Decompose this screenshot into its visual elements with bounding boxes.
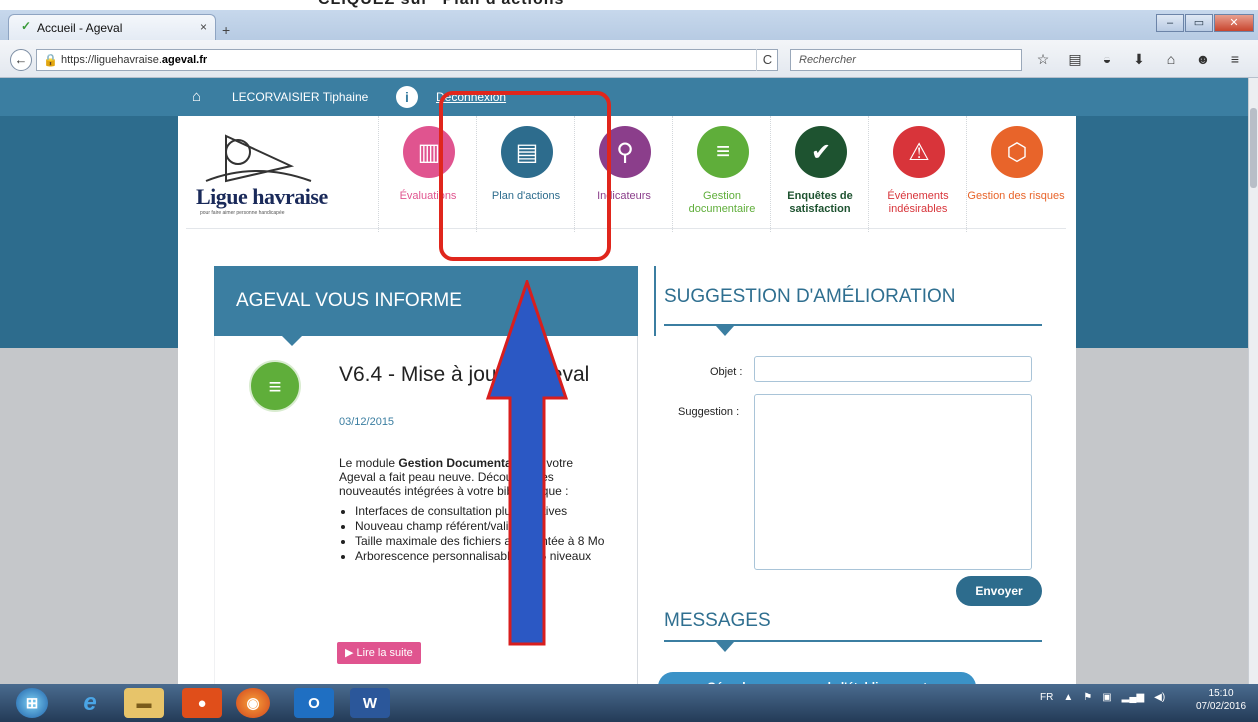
right-band-lower: [1076, 348, 1248, 684]
news-bullets: Interfaces de consultation plus intuitiv…: [339, 504, 609, 563]
suggestion-title: SUGGESTION D'AMÉLIORATION: [664, 286, 956, 307]
windows-taskbar: ⊞ e ▬ ● ◉ O W FR ▲ ⚑ ▣ ▂▄▆ ◀) 15:10 07/0…: [0, 684, 1258, 722]
flag-icon[interactable]: ⚑: [1083, 692, 1092, 703]
module-gestion-documentaire[interactable]: ≡ Gestion documentaire: [672, 116, 770, 232]
new-tab-button[interactable]: +: [222, 22, 230, 38]
clock[interactable]: 15:10 07/02/2016: [1196, 687, 1246, 713]
browser-toolbar-icons: ☆ ▤ ◒ ⬇ ⌂ ☻ ≡: [1034, 50, 1244, 68]
list-item: Taille maximale des fichiers augmentée à…: [355, 534, 609, 548]
left-band-lower: [0, 348, 178, 684]
left-band: [0, 116, 178, 348]
browser-navbar: ← 🔒 https://liguehavraise.ageval.fr C Re…: [0, 40, 1258, 78]
suggestion-textarea[interactable]: [754, 394, 1032, 570]
download-icon[interactable]: ⬇: [1130, 50, 1148, 68]
gestion-documentaire-icon: ≡: [697, 126, 749, 178]
list-item: Interfaces de consultation plus intuitiv…: [355, 504, 609, 518]
list-item: Nouveau champ référent/valideur: [355, 519, 609, 533]
messages-pointer: [716, 642, 734, 652]
minimize-button[interactable]: –: [1156, 14, 1184, 32]
module-label: Gestion documentaire: [688, 190, 756, 215]
maximize-button[interactable]: ▭: [1185, 14, 1213, 32]
logo-emblem-icon: [205, 134, 312, 183]
reload-button[interactable]: C: [756, 49, 778, 71]
web-page: ⌂ LECORVAISIER Tiphaine i Déconnexion Li…: [0, 78, 1248, 684]
logo-tagline: pour faire aimer personne handicapée: [200, 210, 285, 216]
module-evenements[interactable]: ⚠ Événements indésirables: [868, 116, 966, 232]
module-enquetes[interactable]: ✔ Enquêtes de satisfaction: [770, 116, 868, 232]
outlook-icon[interactable]: O: [294, 688, 334, 718]
module-gestion-risques[interactable]: ⬡ Gestion des risques: [966, 116, 1065, 232]
news-date: 03/12/2015: [339, 416, 395, 428]
arrow-up-annotation: [486, 280, 568, 646]
close-window-button[interactable]: ✕: [1214, 14, 1254, 32]
search-placeholder: Rechercher: [799, 54, 856, 66]
tab-close-icon[interactable]: ×: [200, 20, 207, 34]
star-icon[interactable]: ☆: [1034, 50, 1052, 68]
main-content: Ligue havraise pour faire aimer personne…: [178, 116, 1076, 684]
tray-expand-icon[interactable]: ▲: [1063, 692, 1073, 703]
home-icon[interactable]: ⌂: [1162, 50, 1180, 68]
tab-title: Accueil - Ageval: [37, 21, 123, 35]
info-icon[interactable]: i: [396, 86, 418, 108]
logo: Ligue havraise pour faire aimer personne…: [196, 126, 348, 222]
firefox-icon[interactable]: ◉: [236, 688, 270, 718]
logo-title: Ligue havraise: [196, 184, 328, 209]
manage-messages-button[interactable]: Gérer les messages de l'établissement: [658, 672, 976, 684]
user-name: LECORVAISIER Tiphaine: [232, 90, 369, 104]
network-icon[interactable]: ▂▄▆: [1122, 692, 1144, 703]
display-icon[interactable]: ▣: [1102, 692, 1111, 703]
volume-icon[interactable]: ◀): [1154, 692, 1165, 703]
scrollbar-thumb[interactable]: [1250, 108, 1257, 188]
object-input[interactable]: [754, 356, 1032, 382]
back-button[interactable]: ←: [10, 49, 32, 71]
bookmark-list-icon[interactable]: ▤: [1066, 50, 1084, 68]
module-label: Gestion des risques: [967, 190, 1065, 202]
module-label: Enquêtes de satisfaction: [787, 190, 853, 215]
file-explorer-icon[interactable]: ▬: [124, 688, 164, 718]
news-section-header: AGEVAL VOUS INFORME: [214, 266, 638, 336]
internet-explorer-icon[interactable]: e: [70, 688, 110, 718]
suggestion-label: Suggestion :: [678, 406, 740, 418]
object-label: Objet :: [710, 366, 743, 378]
suggestion-pointer: [716, 326, 734, 336]
module-label: Événements indésirables: [887, 190, 949, 215]
right-band: [1076, 116, 1248, 348]
gestion-risques-icon: ⬡: [991, 126, 1043, 178]
page-scrollbar[interactable]: [1248, 78, 1258, 684]
news-section-title: AGEVAL VOUS INFORME: [236, 290, 462, 311]
send-button[interactable]: Envoyer: [956, 576, 1042, 606]
start-button[interactable]: ⊞: [16, 688, 48, 718]
word-icon[interactable]: W: [350, 688, 390, 718]
read-more-button[interactable]: ▶ Lire la suite: [337, 642, 421, 664]
system-tray: FR ▲ ⚑ ▣ ▂▄▆ ◀): [1040, 692, 1165, 703]
evenements-icon: ⚠: [893, 126, 945, 178]
search-input[interactable]: Rechercher: [790, 49, 1022, 71]
news-body: Le module Gestion Documentaire de votre …: [339, 456, 609, 564]
home-icon[interactable]: ⌂: [192, 88, 201, 105]
address-bar[interactable]: 🔒 https://liguehavraise.ageval.fr: [36, 49, 778, 71]
column-divider: [654, 266, 656, 336]
language-indicator[interactable]: FR: [1040, 692, 1053, 703]
url-text: https://liguehavraise.ageval.fr: [61, 54, 208, 66]
instruction-text: CLIQUEZ sur "Plan d'actions": [318, 0, 573, 9]
highlight-box-annotation: [439, 91, 611, 261]
browser-tabbar: ✓ Accueil - Ageval × + – ▭ ✕: [0, 10, 1258, 40]
menu-icon[interactable]: ≡: [1226, 50, 1244, 68]
clock-time: 15:10: [1208, 688, 1234, 699]
messages-title: MESSAGES: [664, 610, 771, 631]
pocket-icon[interactable]: ◒: [1098, 50, 1116, 68]
media-player-icon[interactable]: ●: [182, 688, 222, 718]
browser-tab[interactable]: ✓ Accueil - Ageval ×: [8, 14, 216, 40]
clock-date: 07/02/2016: [1196, 701, 1247, 712]
news-card: ≡ V6.4 - Mise à jour d'Ageval 03/12/2015…: [214, 336, 638, 684]
window-controls: – ▭ ✕: [1156, 14, 1254, 32]
tab-favicon-icon: ✓: [21, 19, 32, 33]
books-icon: ≡: [249, 360, 301, 412]
lock-icon: 🔒: [43, 53, 58, 67]
enquetes-icon: ✔: [795, 126, 847, 178]
list-item: Arborescence personnalisable sur 5 nivea…: [355, 549, 609, 563]
user-header-band: ⌂ LECORVAISIER Tiphaine i Déconnexion: [0, 78, 1248, 116]
divider: [186, 228, 1066, 229]
chat-icon[interactable]: ☻: [1194, 50, 1212, 68]
